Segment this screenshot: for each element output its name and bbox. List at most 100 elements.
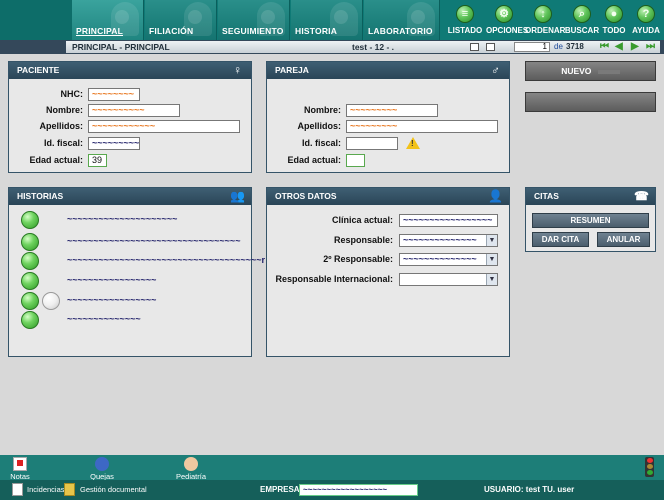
responsable2-value: ~~~~~~~~~~~~~~	[403, 254, 477, 264]
panel-header: PAREJA ♂	[267, 62, 509, 79]
panel-header: CITAS ☎	[526, 188, 655, 205]
opciones-button[interactable]: ⚙ OPCIONES	[486, 5, 528, 38]
responsable-internacional-select[interactable]: ▼	[399, 273, 498, 286]
nombre-field[interactable]: ~~~~~~~~~~	[88, 104, 180, 117]
empresa-field: ~~~~~~~~~~~~~~~~~~	[299, 484, 418, 496]
next-page-icon[interactable]: ▶	[631, 42, 641, 52]
clinica-field[interactable]: ~~~~~~~~~~~~~~~~~	[399, 214, 498, 227]
dar-cita-button[interactable]: DAR CITA	[532, 232, 589, 247]
historia-item[interactable]: ~~~~~~~~~~~~~~~~~~~~~~~~~~~~~~~~~	[21, 233, 241, 251]
incidencias-link[interactable]: Incidencias	[27, 483, 65, 497]
status-green-icon	[21, 252, 39, 270]
edad-label: Edad actual:	[29, 155, 83, 165]
tab-label: PRINCIPAL	[76, 26, 123, 36]
page-of-label: de	[554, 42, 563, 51]
edit-icon[interactable]	[486, 43, 495, 51]
usuario-label: USUARIO: test TU. user	[484, 485, 575, 494]
status-green-icon	[21, 233, 39, 251]
chevron-down-icon[interactable]: ▼	[486, 235, 497, 246]
pareja-apellidos-field[interactable]: ~~~~~~~~~	[346, 120, 498, 133]
nhc-field[interactable]: ~~~~~~~~	[88, 88, 140, 101]
chevron-down-icon[interactable]: ▼	[486, 274, 497, 285]
pareja-panel: PAREJA ♂ Nombre: ~~~~~~~~~ Apellidos: ~~…	[266, 61, 510, 173]
tab-label: FILIACIÓN	[149, 26, 194, 36]
pareja-idfiscal-field[interactable]	[346, 137, 398, 150]
panel-title: CITAS	[534, 191, 559, 201]
page-number-input[interactable]: 1	[514, 42, 550, 52]
apellidos-field[interactable]: ~~~~~~~~~~~~	[88, 120, 240, 133]
tab-laboratorio[interactable]: LABORATORIO	[364, 0, 440, 40]
paciente-panel: PACIENTE ♀ NHC: ~~~~~~~~ Nombre: ~~~~~~~…	[8, 61, 252, 173]
options-glyph: ⚙	[499, 8, 509, 20]
all-icon: ●	[605, 5, 623, 23]
tab-principal[interactable]: PRINCIPAL	[72, 0, 144, 40]
tab-label: LABORATORIO	[368, 26, 433, 36]
panel-header: HISTORIAS 👥	[9, 188, 251, 205]
idfiscal-field[interactable]: ~~~~~~~~~~~	[88, 137, 140, 150]
pareja-edad-field	[346, 154, 365, 167]
nuevo-label: NUEVO	[561, 66, 592, 76]
idfiscal-label: Id. fiscal:	[43, 138, 83, 148]
record-label: test - 12 - .	[352, 42, 395, 52]
tab-historia[interactable]: HISTORIA	[291, 0, 363, 40]
listado-button[interactable]: ≡ LISTADO	[447, 5, 483, 38]
phone-icon: ☎	[634, 189, 649, 203]
historia-item[interactable]: ~~~~~~~~~~~~~~~~~~~~~	[21, 211, 241, 229]
historia-item[interactable]: ~~~~~~~~~~~~~~	[21, 311, 241, 329]
pareja-nombre-field[interactable]: ~~~~~~~~~	[346, 104, 438, 117]
first-page-icon[interactable]: ⏮	[600, 42, 610, 52]
sort-glyph: ↕	[540, 8, 546, 20]
tab-filiacion[interactable]: FILIACIÓN	[145, 0, 217, 40]
nuevo-button[interactable]: NUEVO	[525, 61, 656, 81]
resumen-button[interactable]: RESUMEN	[532, 213, 649, 228]
quejas-button[interactable]: Quejas	[84, 457, 120, 481]
nombre-label: Nombre:	[303, 105, 341, 115]
tab-art-detail	[334, 10, 348, 24]
historia-item[interactable]: ~~~~~~~~~~~~~~~~~	[21, 272, 241, 290]
edad-label: Edad actual:	[287, 155, 341, 165]
historia-text: ~~~~~~~~~~~~~~~~~	[67, 295, 157, 305]
male-icon: ♂	[491, 63, 500, 77]
pediatria-button[interactable]: Pediatría	[173, 457, 209, 481]
responsable2-select[interactable]: ~~~~~~~~~~~~~~ ▼	[399, 253, 498, 266]
responsable-select[interactable]: ~~~~~~~~~~~~~~ ▼	[399, 234, 498, 247]
last-page-icon[interactable]: ⏭	[646, 42, 656, 52]
clinica-label: Clínica actual:	[331, 215, 393, 225]
tool-label: ORDENAR	[525, 26, 566, 35]
historia-text: ~~~~~~~~~~~~~~~~~	[67, 275, 157, 285]
historia-item[interactable]: ~~~~~~~~~~~~~~~~~	[21, 292, 241, 310]
historias-panel: HISTORIAS 👥 ~~~~~~~~~~~~~~~~~~~~~ ~~~~~~…	[8, 187, 265, 357]
gestion-documental-link[interactable]: Gestión documental	[80, 483, 147, 497]
status-green-icon	[21, 292, 39, 310]
buscar-button[interactable]: ⌕ BUSCAR	[564, 5, 600, 38]
warning-icon: !	[406, 137, 420, 149]
notas-button[interactable]: Notas	[2, 457, 38, 481]
traffic-light-icon	[645, 457, 654, 477]
status-white-icon	[42, 292, 60, 310]
tool-label: LISTADO	[447, 26, 483, 35]
navigation-bar: PRINCIPAL - PRINCIPAL test - 12 - . 1 de…	[0, 40, 664, 54]
ordenar-button[interactable]: ↕ ORDENAR	[525, 5, 566, 38]
todo-button[interactable]: ● TODO	[596, 5, 632, 38]
ayuda-button[interactable]: ? AYUDA	[628, 5, 664, 38]
help-icon: ?	[637, 5, 655, 23]
top-header: PRINCIPAL FILIACIÓN SEGUIMIENTO HISTORIA…	[0, 0, 664, 40]
options-icon: ⚙	[495, 5, 513, 23]
historia-item[interactable]: ~~~~~~~~~~~~~~~~~~~~~~~~~~~~~~~~~~~~~r	[21, 252, 265, 270]
female-icon: ♀	[233, 63, 242, 77]
prev-page-icon[interactable]: ◀	[615, 42, 625, 52]
status-bar: Incidencias Gestión documental EMPRESA: …	[0, 480, 664, 500]
historia-text: ~~~~~~~~~~~~~~~~~~~~~~~~~~~~~~~~~	[67, 236, 241, 246]
tab-label: HISTORIA	[295, 26, 338, 36]
chevron-down-icon[interactable]: ▼	[486, 254, 497, 265]
panel-header: OTROS DATOS 👤	[267, 188, 509, 205]
otros-datos-panel: OTROS DATOS 👤 Clínica actual: ~~~~~~~~~~…	[266, 187, 510, 357]
header-left-fill	[0, 0, 72, 40]
tab-seguimiento[interactable]: SEGUIMIENTO	[218, 0, 290, 40]
anular-button[interactable]: ANULAR	[597, 232, 650, 247]
folder-icon	[64, 483, 75, 496]
bottom-toolbar: Notas Quejas Pediatría	[0, 455, 664, 481]
print-icon[interactable]	[470, 43, 479, 51]
secondary-action-button[interactable]	[525, 92, 656, 112]
notes-icon	[13, 457, 27, 471]
